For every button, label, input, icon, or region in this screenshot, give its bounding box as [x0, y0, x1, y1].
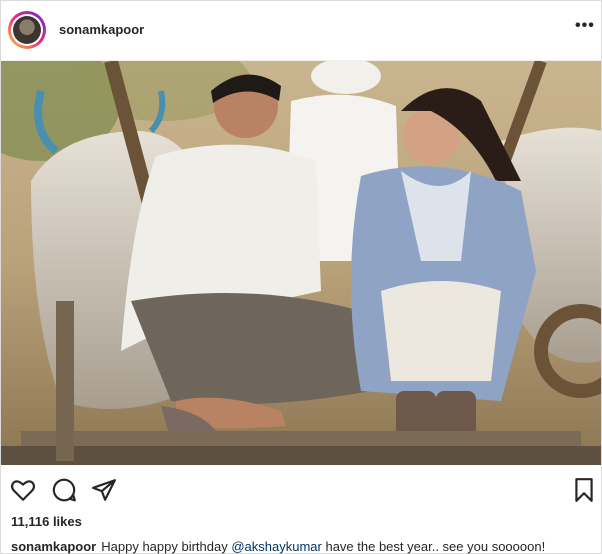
heart-icon[interactable]	[10, 477, 36, 503]
caption-username[interactable]: sonamkapoor	[11, 539, 96, 554]
avatar[interactable]	[8, 11, 46, 49]
likes-count[interactable]: 11,116 likes	[11, 514, 82, 529]
caption-text-after: have the best year.. see you sooooon!	[321, 539, 546, 554]
instagram-post: sonamkapoor ••• 11,116 likes sonamkapoor…	[0, 0, 602, 554]
bookmark-icon[interactable]	[571, 477, 597, 503]
more-options-icon[interactable]: •••	[575, 18, 595, 37]
post-photo[interactable]	[1, 61, 601, 465]
post-caption: sonamkapoor Happy happy birthday @akshayk…	[11, 539, 545, 554]
caption-text-before: Happy happy birthday	[101, 539, 232, 554]
caption-mention[interactable]: @akshaykumar	[231, 539, 322, 554]
action-bar	[1, 467, 601, 507]
post-header: sonamkapoor •••	[1, 1, 601, 61]
comment-icon[interactable]	[51, 477, 77, 503]
post-username[interactable]: sonamkapoor	[59, 22, 144, 37]
share-icon[interactable]	[91, 477, 117, 503]
photo-illustration	[1, 61, 601, 465]
